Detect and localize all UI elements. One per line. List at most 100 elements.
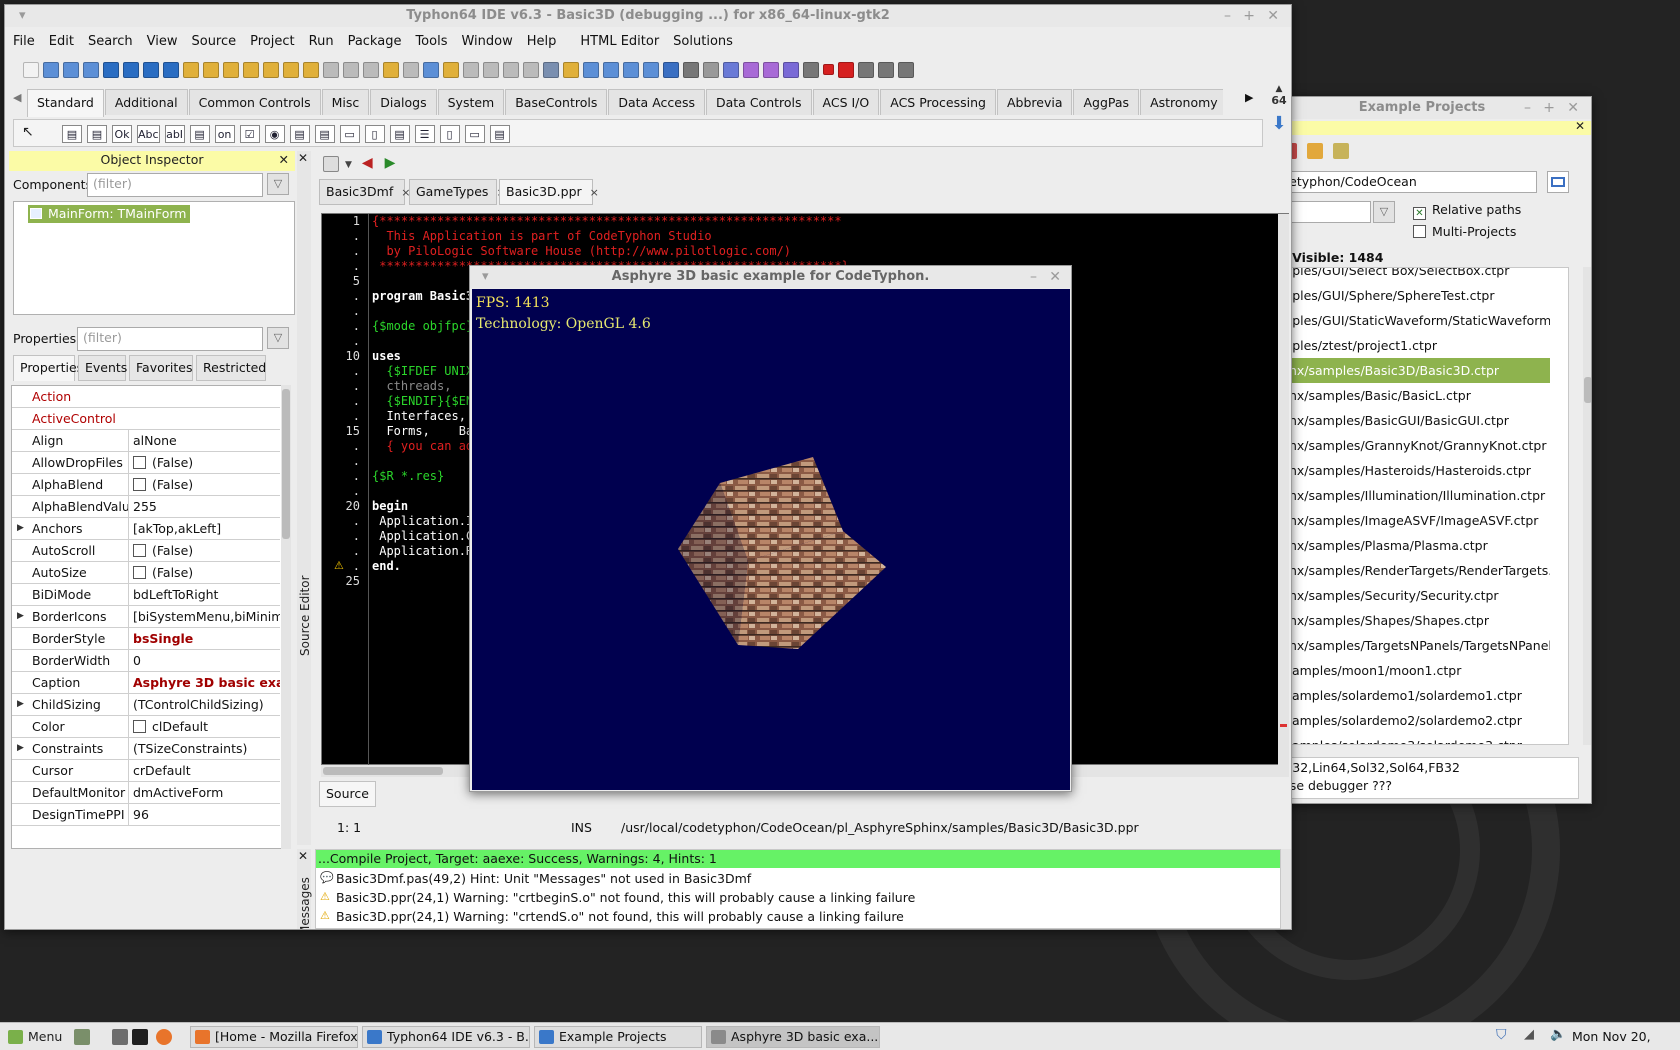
tab-basecontrols[interactable]: BaseControls <box>505 89 608 115</box>
property-row-autoscroll[interactable]: AutoScroll (False) <box>12 540 280 562</box>
tab-data-controls[interactable]: Data Controls <box>706 89 812 115</box>
property-value[interactable]: crDefault <box>128 760 280 781</box>
checkbox-component-icon[interactable]: ☑ <box>239 125 260 143</box>
minimize-icon[interactable]: – <box>1030 266 1037 288</box>
shield-icon[interactable]: ⛉ <box>1496 1027 1507 1043</box>
build-icon[interactable] <box>1333 143 1349 159</box>
tool-icon[interactable] <box>343 61 359 78</box>
property-row-childsizing[interactable]: ▶ ChildSizing (TControlChildSizing) <box>12 694 280 716</box>
palette-scroll-right-icon[interactable]: ▶ <box>1245 91 1253 104</box>
main-menu-component-icon[interactable]: ▤ <box>62 125 82 143</box>
minimize-icon[interactable]: – <box>1524 97 1531 119</box>
tool-icon[interactable] <box>503 61 519 78</box>
tool-icon[interactable] <box>383 61 399 78</box>
property-row-bidimode[interactable]: BiDiMode bdLeftToRight <box>12 584 280 606</box>
property-row-defaultmonitor[interactable]: DefaultMonitor dmActiveForm <box>12 782 280 804</box>
clear-filter-icon[interactable]: ▽ <box>1373 201 1395 223</box>
property-checkbox[interactable] <box>133 566 146 579</box>
action-list-component-icon[interactable]: ▤ <box>489 125 510 143</box>
project-item[interactable]: eSphinx/samples/RenderTargets/RenderTarg… <box>1254 558 1550 583</box>
tab-system[interactable]: System <box>437 89 505 115</box>
back-arrow-icon[interactable]: ◀ <box>362 155 373 171</box>
show-desktop-icon[interactable] <box>74 1029 90 1045</box>
task-typhon64-ide-v6-3-b[interactable]: Typhon64 IDE v6.3 - B... <box>362 1026 530 1048</box>
property-value[interactable]: 0 <box>128 650 280 671</box>
property-row-autosize[interactable]: AutoSize (False) <box>12 562 280 584</box>
find-icon[interactable] <box>103 61 119 78</box>
replace-icon[interactable] <box>163 61 179 78</box>
close-icon[interactable]: ✕ <box>298 849 308 863</box>
radio-button-component-icon[interactable]: ◉ <box>264 125 285 143</box>
task-home-mozilla-firefox[interactable]: [Home - Mozilla Firefox] <box>190 1026 358 1048</box>
property-grid[interactable]: Action ActiveControl Align alNone AllowDropF… <box>11 385 283 849</box>
tab-aggpas[interactable]: AggPas <box>1073 89 1140 115</box>
tab-astronomy[interactable]: Astronomy <box>1140 89 1223 115</box>
folder-icon[interactable] <box>1307 143 1323 159</box>
close-icon[interactable]: ✕ <box>1575 119 1585 133</box>
tab-abbrevia[interactable]: Abbrevia <box>996 89 1073 115</box>
relative-paths-checkbox[interactable]: ✕ <box>1413 207 1426 220</box>
close-icon[interactable]: ✕ <box>1567 97 1579 119</box>
tool-icon[interactable] <box>563 61 579 78</box>
property-value[interactable]: bsSingle <box>128 628 280 649</box>
tab-standard[interactable]: Standard <box>27 89 104 117</box>
tool-icon[interactable] <box>583 61 599 78</box>
property-value[interactable]: bdLeftToRight <box>128 584 280 605</box>
menu-search[interactable]: Search <box>80 31 139 53</box>
project-item[interactable]: eSphinx/samples/GrannyKnot/GrannyKnot.ct… <box>1254 433 1550 458</box>
projects-list[interactable]: T/samples/GUI/Select Box/SelectBox.ctpr T… <box>1253 267 1569 745</box>
messages-list[interactable]: ...Compile Project, Target: aaexe: Succe… <box>315 849 1281 929</box>
tab-additional[interactable]: Additional <box>104 89 188 115</box>
property-row-borderwidth[interactable]: BorderWidth 0 <box>12 650 280 672</box>
editor-vscrollbar[interactable] <box>1278 214 1289 766</box>
property-checkbox[interactable] <box>133 720 146 733</box>
tool-icon[interactable] <box>723 61 739 78</box>
property-value[interactable]: (TControlChildSizing) <box>128 694 280 715</box>
property-value[interactable]: [akTop,akLeft] <box>128 518 280 539</box>
menu-help[interactable]: Help <box>519 31 563 53</box>
tab-events[interactable]: Events <box>78 355 127 381</box>
project-item[interactable]: eSphinx/samples/Basic/BasicL.ctpr <box>1254 383 1550 408</box>
relative-paths-option[interactable]: ✕ Relative paths <box>1413 202 1521 220</box>
property-row-color[interactable]: Color clDefault <box>12 716 280 738</box>
find-all-icon[interactable] <box>143 61 159 78</box>
scrollbar-component-icon[interactable]: ▭ <box>339 125 360 143</box>
project-item[interactable]: T/samples/GUI/Select Box/SelectBox.ctpr <box>1254 268 1550 283</box>
tool-icon[interactable] <box>223 61 239 78</box>
open-recent-icon[interactable] <box>63 61 79 78</box>
project-item[interactable]: T/samples/ztest/project1.ctpr <box>1254 333 1550 358</box>
property-row-bordericons[interactable]: ▶ BorderIcons [biSystemMenu,biMinimize <box>12 606 280 628</box>
terminal-icon[interactable] <box>132 1029 148 1045</box>
tab-misc[interactable]: Misc <box>321 89 370 115</box>
tool-icon[interactable] <box>403 61 419 78</box>
properties-filter-input[interactable]: (filter) <box>77 327 263 351</box>
clear-filter-icon[interactable]: ▽ <box>267 327 289 349</box>
edit-component-icon[interactable]: abI <box>164 125 185 143</box>
close-icon[interactable]: × <box>590 186 599 199</box>
property-scrollbar[interactable] <box>281 385 291 849</box>
volume-icon[interactable]: 🔈 <box>1550 1027 1566 1042</box>
property-checkbox[interactable] <box>133 544 146 557</box>
download-arrow-icon[interactable]: ⬇ <box>1267 115 1291 137</box>
project-item[interactable]: T/samples/GUI/Sphere/SphereTest.ctpr <box>1254 283 1550 308</box>
tab-basic3dmf[interactable]: Basic3Dmf × <box>319 179 410 205</box>
expand-arrow-icon[interactable]: ▶ <box>17 518 24 539</box>
step-out-icon[interactable] <box>878 61 894 78</box>
tab-acs-processing[interactable]: ACS Processing <box>880 89 996 115</box>
project-item[interactable]: omy/samples/solardemo1/solardemo1.ctpr <box>1254 683 1550 708</box>
property-row-borderstyle[interactable]: BorderStyle bsSingle <box>12 628 280 650</box>
tool-icon[interactable] <box>443 61 459 78</box>
property-row-allowdropfiles[interactable]: AllowDropFiles (False) <box>12 452 280 474</box>
tool-icon[interactable] <box>663 61 679 78</box>
task-asphyre-3d-basic-exa[interactable]: Asphyre 3D basic exa... <box>706 1026 880 1048</box>
step-into-icon[interactable] <box>838 61 854 78</box>
tab-properties[interactable]: Properties <box>13 355 83 381</box>
property-row-align[interactable]: Align alNone <box>12 430 280 452</box>
clock[interactable]: Mon Nov 20, 18:56 <box>1572 1023 1680 1050</box>
component-tree[interactable]: MainForm: TMainForm <box>13 201 295 315</box>
save-icon[interactable] <box>83 61 99 78</box>
stop-icon[interactable] <box>823 64 834 75</box>
popup-menu-component-icon[interactable]: ▤ <box>87 125 107 143</box>
listbox-component-icon[interactable]: ▤ <box>289 125 310 143</box>
project-item[interactable]: eSphinx/samples/Basic3D/Basic3D.ctpr <box>1254 358 1550 383</box>
